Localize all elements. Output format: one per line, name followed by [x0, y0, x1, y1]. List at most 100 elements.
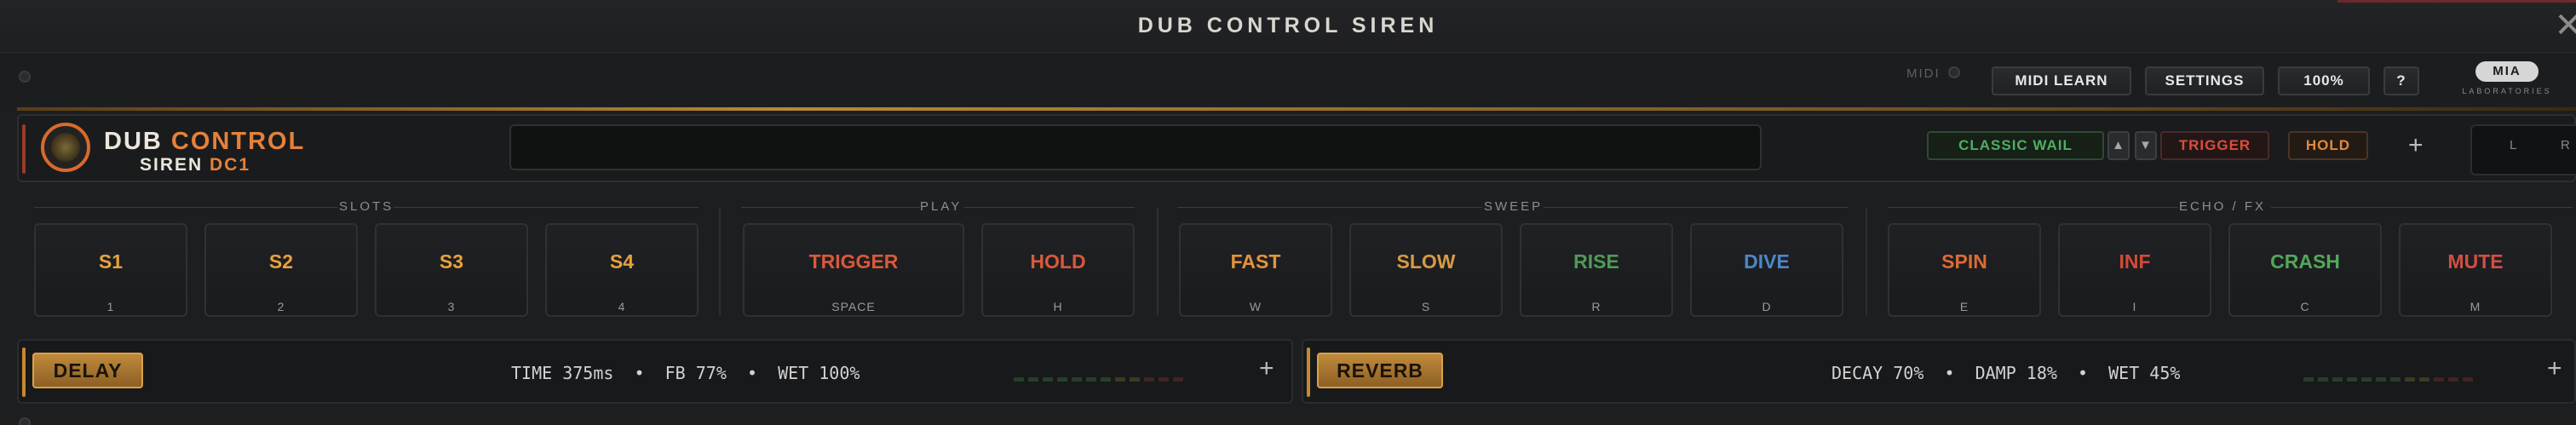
section-divider: [1157, 208, 1159, 315]
plugin-window: DUB CONTROL SIREN ✕ MIDI MIDI LEARN SETT…: [0, 0, 2576, 425]
close-icon[interactable]: ✕: [2554, 9, 2576, 43]
delay-params: TIME 375ms • FB 77% • WET 100%: [511, 363, 860, 383]
pad-label: MUTE: [2447, 250, 2504, 273]
midi-indicator-led: [1948, 66, 1960, 78]
pad-key: S: [1421, 300, 1431, 313]
delay-toggle-button[interactable]: DELAY: [32, 353, 143, 388]
mia-logo: MIA LABORATORIES: [2460, 61, 2554, 102]
brand-subtitle: SIREN DC1: [140, 155, 250, 175]
header-hold-button[interactable]: HOLD: [2288, 131, 2368, 160]
pad-spin[interactable]: SPIN E: [1888, 223, 2041, 317]
pad-dive[interactable]: DIVE D: [1690, 223, 1843, 317]
preset-name-button[interactable]: CLASSIC WAIL: [1927, 131, 2104, 160]
pad-key: M: [2470, 300, 2481, 313]
slots-rule-right: [394, 207, 699, 208]
siren-knob-icon[interactable]: [41, 123, 90, 172]
pad-label: SPIN: [1941, 250, 1987, 273]
pad-label: S4: [609, 250, 635, 273]
pad-label: FAST: [1230, 250, 1281, 273]
brand-word-control: CONTROL: [170, 128, 306, 155]
reverb-params: DECAY 70% • DAMP 18% • WET 45%: [1831, 363, 2181, 383]
pad-key: D: [1762, 300, 1772, 313]
preset-down-icon[interactable]: ▼: [2135, 131, 2157, 160]
pad-label: CRASH: [2270, 250, 2340, 273]
pad-inf[interactable]: INF I: [2058, 223, 2211, 317]
brand-word-siren: SIREN: [140, 155, 204, 175]
pad-key: 3: [447, 300, 456, 313]
screw-icon: [19, 71, 31, 83]
section-play: PLAY: [920, 199, 963, 214]
help-button[interactable]: ?: [2383, 66, 2419, 95]
output-meter: L R: [2470, 124, 2576, 175]
siren-header: DUB CONTROL SIREN DC1 CLASSIC WAIL ▲ ▼ T…: [17, 114, 2576, 182]
window-title: DUB CONTROL SIREN: [1137, 14, 1439, 37]
pad-label: SLOW: [1396, 250, 1456, 273]
echo-rule-left: [1888, 207, 2177, 208]
reverb-add-icon[interactable]: +: [2547, 354, 2562, 383]
title-bar: DUB CONTROL SIREN ✕: [0, 0, 2576, 53]
pad-label: RISE: [1573, 250, 1619, 273]
pad-label: TRIGGER: [808, 250, 899, 273]
reverb-level-meter: [2303, 370, 2477, 382]
pad-key: I: [2132, 300, 2137, 313]
reverb-accent-bar: [1307, 347, 1310, 397]
section-sweep: SWEEP: [1484, 199, 1544, 214]
slots-rule-left: [34, 207, 337, 208]
pad-rise[interactable]: RISE R: [1520, 223, 1673, 317]
midi-learn-button[interactable]: MIDI LEARN: [1992, 66, 2131, 95]
pad-key: 1: [106, 300, 115, 313]
play-rule-right: [964, 207, 1135, 208]
pad-label: S2: [268, 250, 294, 273]
pad-s2[interactable]: S2 2: [204, 223, 358, 317]
brand-word-dub: DUB: [104, 128, 163, 155]
pad-label: S1: [98, 250, 124, 273]
pad-mute[interactable]: MUTE M: [2399, 223, 2552, 317]
pad-trigger[interactable]: TRIGGER SPACE: [743, 223, 964, 317]
pad-label: HOLD: [1030, 250, 1086, 273]
pad-label: S3: [439, 250, 464, 273]
sweep-rule-left: [1177, 207, 1482, 208]
logo-subtitle: LABORATORIES: [2462, 87, 2552, 95]
pad-key: H: [1053, 300, 1063, 313]
pad-key: E: [1959, 300, 1969, 313]
sweep-rule-right: [1544, 207, 1849, 208]
header-accent-bar: [22, 124, 26, 174]
pad-key: 4: [618, 300, 626, 313]
title-accent: [2337, 0, 2576, 3]
pad-crash[interactable]: CRASH C: [2228, 223, 2382, 317]
section-divider: [1866, 208, 1867, 315]
section-echo-fx: ECHO / FX: [2179, 199, 2267, 214]
zoom-button[interactable]: 100%: [2278, 66, 2370, 95]
pad-key: R: [1591, 300, 1601, 313]
pad-key: W: [1249, 300, 1262, 313]
pad-label: DIVE: [1744, 250, 1790, 273]
gold-divider: [17, 107, 2576, 111]
reverb-module: REVERB DECAY 70% • DAMP 18% • WET 45% +: [1302, 339, 2576, 404]
waveform-display: [509, 124, 1762, 170]
pad-slow[interactable]: SLOW S: [1349, 223, 1503, 317]
delay-level-meter: [1014, 370, 1187, 382]
pad-key: SPACE: [831, 300, 876, 313]
pad-s1[interactable]: S1 1: [34, 223, 187, 317]
reverb-toggle-button[interactable]: REVERB: [1317, 353, 1443, 388]
pad-s3[interactable]: S3 3: [375, 223, 528, 317]
preset-up-icon[interactable]: ▲: [2107, 131, 2130, 160]
pad-key: C: [2300, 300, 2310, 313]
midi-label: MIDI: [1906, 66, 1941, 81]
pad-key: 2: [277, 300, 285, 313]
echo-rule-right: [2271, 207, 2573, 208]
section-divider: [719, 208, 721, 315]
pad-fast[interactable]: FAST W: [1179, 223, 1332, 317]
delay-add-icon[interactable]: +: [1259, 354, 1274, 383]
pad-hold[interactable]: HOLD H: [981, 223, 1135, 317]
header-trigger-button[interactable]: TRIGGER: [2160, 131, 2269, 160]
screw-icon: [19, 417, 31, 425]
delay-module: DELAY TIME 375ms • FB 77% • WET 100% +: [17, 339, 1293, 404]
delay-accent-bar: [22, 347, 26, 397]
play-rule-left: [741, 207, 920, 208]
pad-s4[interactable]: S4 4: [545, 223, 699, 317]
logo-badge: MIA: [2475, 61, 2539, 82]
settings-button[interactable]: SETTINGS: [2145, 66, 2264, 95]
pad-label: INF: [2119, 250, 2151, 273]
add-icon[interactable]: +: [2408, 131, 2424, 160]
